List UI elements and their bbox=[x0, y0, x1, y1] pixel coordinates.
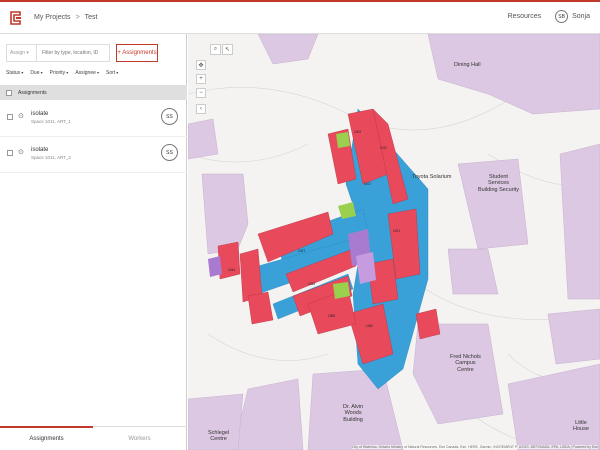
location-pin-icon: ⊙ bbox=[18, 149, 24, 156]
list-header-label: Assignments bbox=[18, 89, 47, 96]
map-label-student-services: Student Services Building Security bbox=[478, 174, 519, 193]
assignee-dropdown[interactable]: Assign ▾ bbox=[6, 44, 36, 62]
select-all-checkbox[interactable] bbox=[6, 89, 12, 96]
avatar[interactable]: SB bbox=[555, 10, 569, 23]
filter-due[interactable]: Due bbox=[30, 70, 42, 76]
user-name[interactable]: Sonja bbox=[572, 13, 590, 20]
map-attribution: City of Waterloo, Ontario Ministry of Na… bbox=[351, 445, 598, 449]
top-bar: My Projects > Test Resources SB Sonja bbox=[0, 0, 600, 34]
zoom-in-icon[interactable]: + bbox=[196, 74, 206, 84]
filter-bar: Status Due Priority Assignee Sort bbox=[6, 70, 118, 76]
map-label-toyota-solarium: Toyota Solarium bbox=[412, 174, 452, 180]
tab-assignments[interactable]: Assignments bbox=[0, 426, 93, 450]
filter-status[interactable]: Status bbox=[6, 70, 23, 76]
item-checkbox[interactable] bbox=[7, 150, 13, 156]
map-label-dining-hall: Dining Hall bbox=[454, 62, 481, 68]
sidebar-tabs: Assignments Workers bbox=[0, 426, 187, 450]
map-view[interactable]: 1002 1011 1017 1021 1027 1033 1062 1044 … bbox=[188, 34, 600, 450]
breadcrumb-current: Test bbox=[84, 14, 98, 21]
assignee-dropdown-label: Assign bbox=[10, 50, 26, 56]
fred-nichols-footprint bbox=[412, 323, 504, 425]
search-row: Assign ▾ + Assignments bbox=[6, 44, 184, 62]
location-pin-icon: ⊙ bbox=[18, 113, 24, 120]
list-item[interactable]: ⊙ isolate Space 1011, ART_1 SS bbox=[0, 101, 187, 137]
tab-workers[interactable]: Workers bbox=[93, 427, 186, 450]
collapse-panel-icon[interactable]: ‹ bbox=[196, 104, 206, 114]
item-checkbox[interactable] bbox=[7, 114, 13, 120]
item-subtitle: Space 1011, ART_1 bbox=[31, 119, 71, 124]
chevron-down-icon: ▾ bbox=[25, 50, 29, 56]
item-name: isolate bbox=[31, 111, 49, 117]
list-item[interactable]: ⊙ isolate Space 1011, ART_2 SS bbox=[0, 137, 187, 173]
map-canvas bbox=[188, 34, 600, 450]
map-label-schlegel: Schlegel Centre bbox=[208, 430, 230, 443]
app-logo-icon[interactable] bbox=[8, 10, 24, 26]
assignee-badge: SS bbox=[161, 108, 178, 125]
assignee-badge: SS bbox=[161, 144, 178, 161]
sidebar: Assign ▾ + Assignments Status Due Priori… bbox=[0, 34, 187, 450]
zoom-out-icon[interactable]: − bbox=[196, 88, 206, 98]
breadcrumb-root[interactable]: My Projects bbox=[34, 14, 71, 21]
list-header: Assignments bbox=[0, 85, 187, 100]
dining-hall-footprint bbox=[427, 34, 600, 115]
filter-assignee[interactable]: Assignee bbox=[75, 70, 99, 76]
add-assignments-button[interactable]: + Assignments bbox=[116, 44, 158, 62]
map-label-little-house: Little House bbox=[573, 420, 589, 433]
filter-priority[interactable]: Priority bbox=[50, 70, 69, 76]
item-subtitle: Space 1011, ART_2 bbox=[31, 155, 71, 160]
map-label-fred-nichols: Fred Nichols Campus Centre bbox=[450, 354, 481, 373]
pointer-tool-icon[interactable]: ↖ bbox=[222, 44, 233, 55]
item-name: isolate bbox=[31, 147, 49, 153]
search-input[interactable] bbox=[36, 44, 110, 62]
zoom-search-icon[interactable]: ⌕ bbox=[210, 44, 221, 55]
filter-sort[interactable]: Sort bbox=[106, 70, 118, 76]
breadcrumb-separator: > bbox=[75, 14, 80, 21]
pan-tool-icon[interactable]: ✥ bbox=[196, 60, 206, 70]
resources-link[interactable]: Resources bbox=[508, 13, 541, 20]
map-label-alvin-woods: Dr. Alvin Woods Building bbox=[343, 404, 364, 423]
student-services-footprint bbox=[457, 158, 529, 250]
